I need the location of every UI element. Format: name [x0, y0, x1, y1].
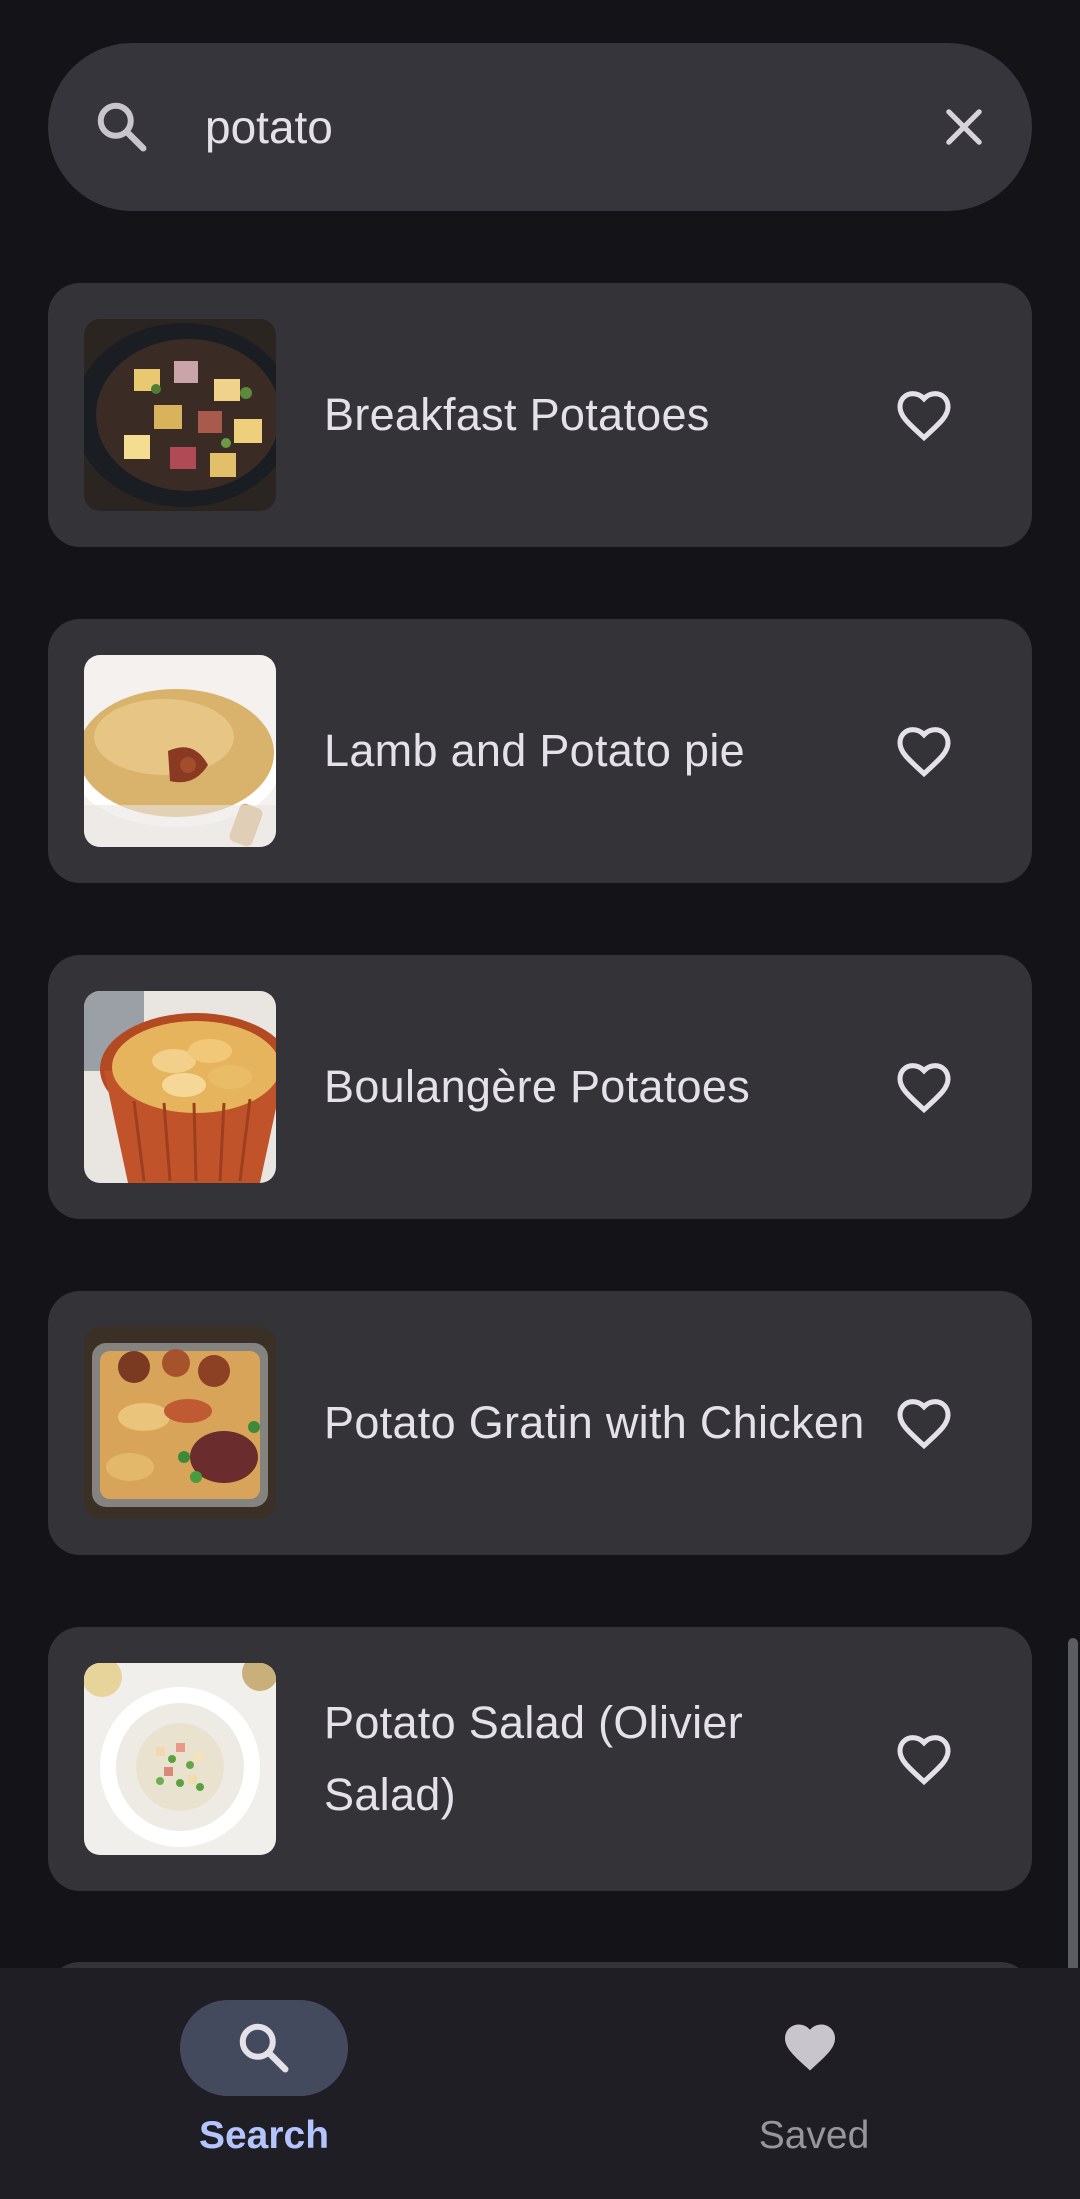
recipe-title: Lamb and Potato pie [324, 725, 746, 776]
results-list[interactable]: Breakfast Potatoes Lamb and Potato pie B… [0, 0, 1080, 1968]
favorite-button[interactable] [888, 715, 960, 787]
heart-outline-icon [897, 1399, 951, 1450]
tab-label-saved: Saved [758, 2114, 870, 2157]
tab-label-search: Search [198, 2114, 330, 2157]
recipe-title: Potato Salad (Olivier Salad) [324, 1697, 743, 1820]
recipe-title: Breakfast Potatoes [324, 389, 710, 440]
favorite-button[interactable] [888, 1387, 960, 1459]
recipe-thumbnail [84, 991, 276, 1183]
list-item[interactable]: Boulangère Potatoes [48, 955, 1032, 1219]
search-icon [239, 2023, 289, 2073]
clear-search-button[interactable] [928, 91, 1000, 163]
heart-outline-icon [897, 727, 951, 778]
recipe-search-screen: Breakfast Potatoes Lamb and Potato pie B… [0, 0, 1080, 2199]
recipe-thumbnail [84, 319, 276, 511]
search-bar[interactable] [48, 43, 1032, 211]
tab-saved[interactable]: Saved [540, 1968, 1080, 2199]
recipe-title: Potato Gratin with Chicken [324, 1397, 865, 1448]
heart-outline-icon [897, 391, 951, 442]
list-item[interactable]: Potato Gratin with Chicken [48, 1291, 1032, 1555]
heart-outline-icon [897, 1735, 951, 1786]
bottom-navigation: Search Saved [0, 1968, 1080, 2199]
favorite-button[interactable] [888, 379, 960, 451]
recipe-thumbnail [84, 1327, 276, 1519]
search-icon [97, 102, 147, 152]
list-item[interactable]: Potato Salad (Olivier Salad) [48, 1627, 1032, 1891]
recipe-thumbnail [84, 1663, 276, 1855]
heart-filled-icon [785, 2024, 835, 2071]
list-item[interactable]: Lamb and Potato pie [48, 619, 1032, 883]
tab-search[interactable]: Search [0, 1968, 540, 2199]
scrollbar[interactable] [1068, 1638, 1078, 1968]
recipe-thumbnail [84, 655, 276, 847]
close-icon [946, 109, 982, 145]
favorite-button[interactable] [888, 1723, 960, 1795]
list-item[interactable]: Breakfast Potatoes [48, 283, 1032, 547]
favorite-button[interactable] [888, 1051, 960, 1123]
recipe-title: Boulangère Potatoes [324, 1061, 751, 1112]
search-input[interactable] [205, 87, 905, 167]
heart-outline-icon [897, 1063, 951, 1114]
